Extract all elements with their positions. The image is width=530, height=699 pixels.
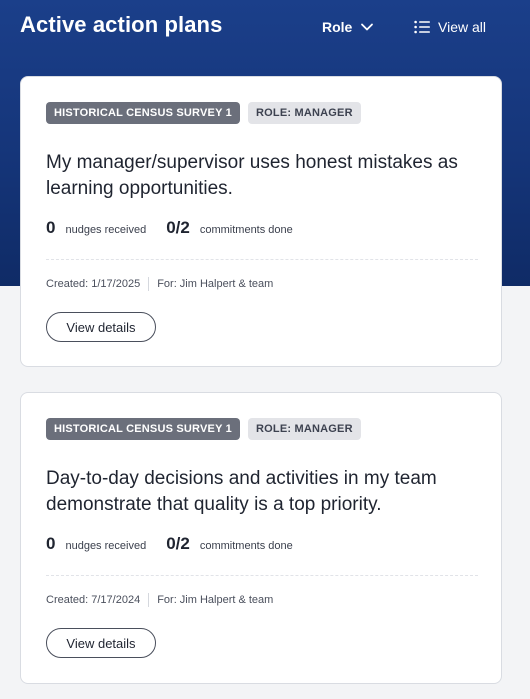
plan-meta: Created: 1/17/2025 For: Jim Halpert & te… [46,277,273,291]
action-plan-card: HISTORICAL CENSUS SURVEY 1 ROLE: MANAGER… [20,76,502,367]
page-title: Active action plans [20,12,223,37]
meta-separator [148,593,150,607]
survey-tag: HISTORICAL CENSUS SURVEY 1 [46,418,240,440]
card-divider [46,259,478,260]
created-date: Created: 1/17/2025 [46,278,141,290]
plan-owner: For: Jim Halpert & team [157,594,274,606]
view-all-button[interactable]: View all [408,14,492,40]
view-details-button[interactable]: View details [46,628,156,658]
meta-separator [148,277,150,291]
plan-stats: 0 nudges received 0/2 commitments done [46,218,293,238]
nudges-label: nudges received [65,540,147,552]
plan-meta: Created: 7/17/2024 For: Jim Halpert & te… [46,593,273,607]
tag-group: HISTORICAL CENSUS SURVEY 1 ROLE: MANAGER [46,418,361,440]
role-filter-label: Role [322,19,353,35]
plan-title: Day-to-day decisions and activities in m… [46,468,437,515]
list-icon [414,20,430,34]
tag-group: HISTORICAL CENSUS SURVEY 1 ROLE: MANAGER [46,102,361,124]
plan-owner: For: Jim Halpert & team [157,278,274,290]
survey-tag: HISTORICAL CENSUS SURVEY 1 [46,102,240,124]
role-tag: ROLE: MANAGER [248,418,361,440]
role-filter-dropdown[interactable]: Role [316,14,380,40]
commitments-label: commitments done [199,540,293,552]
view-all-label: View all [438,19,486,35]
nudges-label: nudges received [65,224,147,236]
plan-stats: 0 nudges received 0/2 commitments done [46,534,293,554]
plan-title: My manager/supervisor uses honest mistak… [46,152,458,199]
action-plan-card: HISTORICAL CENSUS SURVEY 1 ROLE: MANAGER… [20,392,502,684]
commitments-count: 0/2 [166,534,190,553]
role-tag: ROLE: MANAGER [248,102,361,124]
nudges-count: 0 [46,218,56,237]
nudges-count: 0 [46,534,56,553]
commitments-label: commitments done [199,224,293,236]
page-header: Active action plans Role View all [0,0,530,56]
view-details-button[interactable]: View details [46,312,156,342]
created-date: Created: 7/17/2024 [46,594,141,606]
commitments-count: 0/2 [166,218,190,237]
chevron-down-icon [361,23,374,31]
card-divider [46,575,478,576]
